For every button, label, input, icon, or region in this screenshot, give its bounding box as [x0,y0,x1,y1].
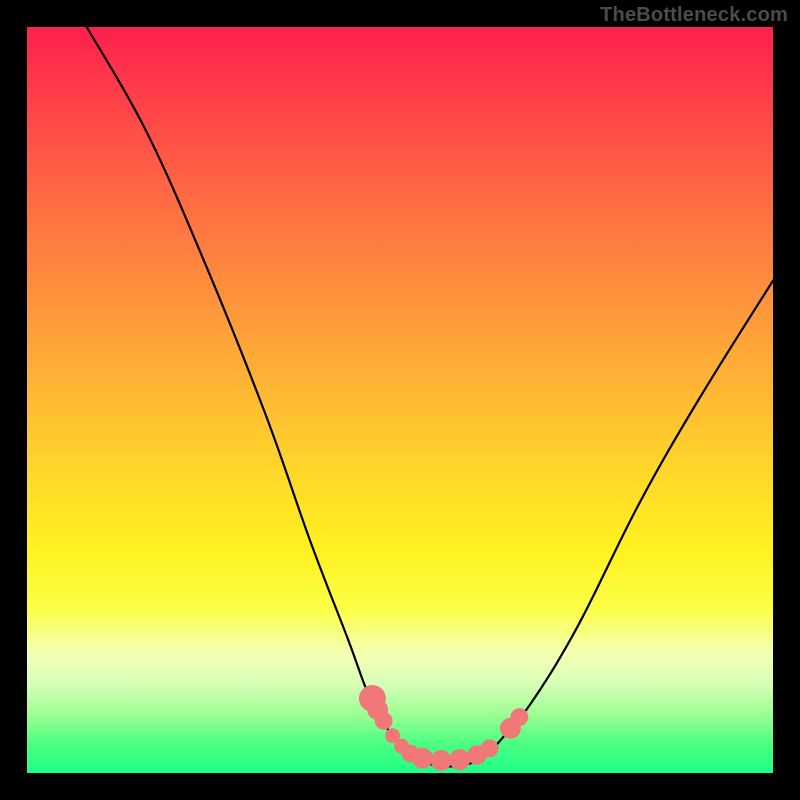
curve-markers [359,685,528,771]
curve-marker [481,739,499,757]
chart-frame [27,27,773,773]
curve-marker [449,749,470,770]
chart-svg [27,27,773,773]
bottleneck-curve [87,27,773,767]
curve-marker [412,748,433,769]
curve-marker [375,712,393,730]
watermark-text: TheBottleneck.com [600,4,788,27]
curve-marker [431,750,452,771]
curve-marker [510,708,528,726]
